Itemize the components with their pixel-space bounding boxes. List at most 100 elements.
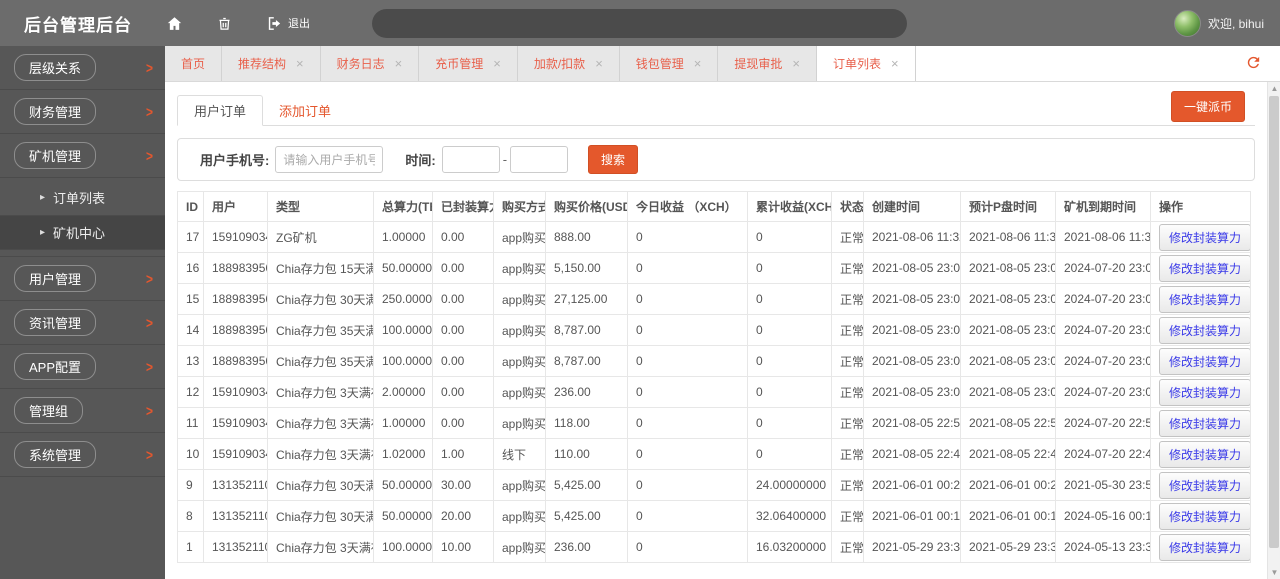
table-cell: 13135211000 <box>203 531 268 563</box>
column-header: 类型 <box>267 191 374 222</box>
table-cell: 32.06400000 <box>747 500 832 532</box>
modify-sealed-power-button[interactable]: 修改封装算力 <box>1159 254 1250 282</box>
table-cell: 12 <box>177 376 204 408</box>
sidebar-item[interactable]: 系统管理 > <box>0 433 165 477</box>
table-cell: Chia存力包 30天满存交付 <box>267 500 374 532</box>
close-icon[interactable]: × <box>792 57 800 70</box>
table-row: 1618898395608Chia存力包 15天满存交付50.000000.00… <box>177 252 1251 284</box>
table-cell: 2021-08-05 23:02:08 <box>863 376 961 408</box>
close-icon[interactable]: × <box>891 57 899 70</box>
scrollbar-thumb[interactable] <box>1269 96 1279 548</box>
tab[interactable]: 加款/扣款 × <box>517 46 620 81</box>
logout-button[interactable]: 退出 <box>266 15 310 32</box>
table-cell: 2024-05-13 23:35:47 <box>1055 531 1151 563</box>
table-cell: 0 <box>747 376 832 408</box>
table-cell: 正常 <box>831 500 864 532</box>
subtab-row: 用户订单 添加订单 一键派币 <box>177 91 1255 126</box>
header-search-pill[interactable] <box>372 8 907 38</box>
table-cell: 0 <box>627 252 748 284</box>
time-end-input[interactable] <box>510 146 569 173</box>
close-icon[interactable]: × <box>493 57 501 70</box>
table-cell: 8,787.00 <box>545 345 628 377</box>
table-cell: 13135211000 <box>203 469 268 501</box>
modify-sealed-power-button[interactable]: 修改封装算力 <box>1159 409 1250 437</box>
table-cell: 14 <box>177 314 204 346</box>
tab[interactable]: 钱包管理 × <box>619 46 719 81</box>
refresh-icon[interactable] <box>1245 54 1262 74</box>
tab-bar: 首页 推荐结构 × 财务日志 × 充币管理 × 加款/扣款 × 钱包管理 × 提… <box>165 46 1280 82</box>
tab[interactable]: 首页 <box>165 46 223 81</box>
modify-sealed-power-button[interactable]: 修改封装算力 <box>1159 285 1250 313</box>
tab-user-orders[interactable]: 用户订单 <box>177 95 264 126</box>
sidebar-item[interactable]: 资讯管理 > <box>0 301 165 345</box>
sidebar-subitem[interactable]: ▸ 订单列表 <box>0 180 165 215</box>
table-cell: 2021-08-05 23:03:03 <box>863 283 961 315</box>
table-cell: 0.00 <box>432 252 494 284</box>
scroll-up-icon[interactable]: ▲ <box>1268 82 1280 95</box>
table-cell: 30.00 <box>432 469 494 501</box>
page-content: 用户订单 添加订单 一键派币 用户手机号: 时间: - 搜索 ID用户类型总算力… <box>165 82 1267 579</box>
table-cell: 0 <box>747 252 832 284</box>
table-cell: 5,425.00 <box>545 469 628 501</box>
sidebar-item[interactable]: APP配置 > <box>0 345 165 389</box>
time-start-input[interactable] <box>441 146 500 173</box>
modify-sealed-power-button[interactable]: 修改封装算力 <box>1159 440 1250 468</box>
orders-table: ID用户类型总算力(TB)已封装算力购买方式购买价格(USDT)今日收益 （XC… <box>177 191 1251 563</box>
table-cell: 2021-08-05 22:59:35 <box>960 407 1056 439</box>
table-cell: 8,787.00 <box>545 314 628 346</box>
close-icon[interactable]: × <box>694 57 702 70</box>
user-avatar[interactable] <box>1173 9 1201 37</box>
modify-sealed-power-button[interactable]: 修改封装算力 <box>1159 471 1250 499</box>
tab[interactable]: 提现审批 × <box>718 46 817 81</box>
table-cell: 50.00000 <box>373 252 433 284</box>
close-icon[interactable]: × <box>395 57 403 70</box>
table-cell: 0 <box>627 283 748 315</box>
app-title: 后台管理后台 <box>24 15 132 35</box>
sidebar-subitem[interactable]: ▸ 矿机中心 <box>0 215 165 250</box>
sidebar-item[interactable]: 用户管理 > <box>0 257 165 301</box>
range-separator: - <box>502 152 508 167</box>
chevron-right-icon: > <box>145 59 153 76</box>
table-cell: 15910903445 <box>203 221 268 253</box>
table-cell: 2021-08-06 11:32:56 <box>960 221 1056 253</box>
modify-sealed-power-button[interactable]: 修改封装算力 <box>1159 502 1250 530</box>
table-cell: 16 <box>177 252 204 284</box>
home-icon[interactable] <box>166 15 183 32</box>
modify-sealed-power-button[interactable]: 修改封装算力 <box>1159 347 1250 375</box>
search-button[interactable]: 搜索 <box>588 145 639 174</box>
column-header: 今日收益 （XCH） <box>627 191 748 222</box>
sidebar-item[interactable]: 财务管理 > <box>0 90 165 134</box>
tab-add-order[interactable]: 添加订单 <box>263 95 347 126</box>
table-cell: 正常 <box>831 376 864 408</box>
chevron-right-icon: > <box>145 103 153 120</box>
modify-sealed-power-button[interactable]: 修改封装算力 <box>1159 533 1250 561</box>
scroll-down-icon[interactable]: ▼ <box>1268 566 1280 579</box>
table-cell: 15910903445 <box>203 376 268 408</box>
close-icon[interactable]: × <box>296 57 304 70</box>
modify-sealed-power-button[interactable]: 修改封装算力 <box>1159 223 1250 251</box>
tab[interactable]: 充币管理 × <box>419 46 518 81</box>
table-cell: 2021-08-05 23:02:36 <box>960 314 1056 346</box>
modify-sealed-power-button[interactable]: 修改封装算力 <box>1159 316 1250 344</box>
table-cell: Chia存力包 30天满存交付 <box>267 283 374 315</box>
sidebar-item[interactable]: 层级关系 > <box>0 46 165 90</box>
chevron-right-icon: > <box>145 147 153 164</box>
modify-sealed-power-button[interactable]: 修改封装算力 <box>1159 378 1250 406</box>
table-cell: 50.00000 <box>373 500 433 532</box>
table-cell: 2021-08-05 23:03:03 <box>960 283 1056 315</box>
sidebar-item[interactable]: 矿机管理 > <box>0 134 165 178</box>
tab[interactable]: 推荐结构 × <box>222 46 321 81</box>
table-row: 1518898395608Chia存力包 30天满存交付250.000000.0… <box>177 283 1251 315</box>
sidebar-item[interactable]: 管理组 > <box>0 389 165 433</box>
vertical-scrollbar[interactable]: ▲ ▼ <box>1267 82 1280 579</box>
tab[interactable]: 财务日志 × <box>320 46 420 81</box>
table-cell: Chia存力包 3天满存交付 <box>267 531 374 563</box>
dispatch-coins-button[interactable]: 一键派币 <box>1170 91 1245 122</box>
table-cell: 0 <box>627 345 748 377</box>
trash-icon[interactable] <box>217 15 232 32</box>
phone-input[interactable] <box>275 146 384 173</box>
tab[interactable]: 订单列表 × <box>817 46 916 81</box>
triangle-right-icon: ▸ <box>40 227 46 238</box>
close-icon[interactable]: × <box>595 57 603 70</box>
table-row: 913135211000Chia存力包 30天满存交付50.0000030.00… <box>177 469 1251 501</box>
